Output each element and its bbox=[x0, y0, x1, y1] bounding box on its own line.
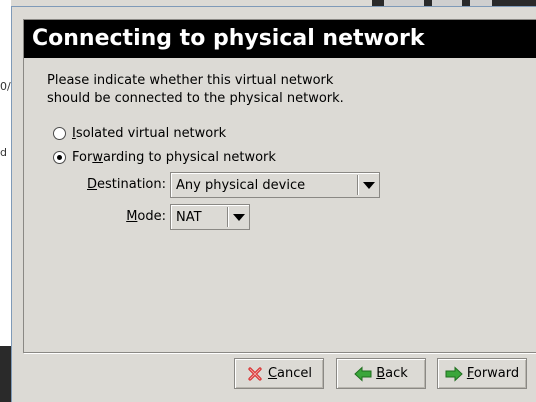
create-network-dialog: Connecting to physical network Please in… bbox=[11, 6, 536, 402]
background-text-fragment: 0/ bbox=[0, 81, 11, 93]
back-button[interactable]: Back bbox=[336, 358, 426, 389]
mode-value: NAT bbox=[176, 209, 202, 225]
label-prefix: For bbox=[72, 149, 93, 165]
button-label: Back bbox=[376, 366, 408, 381]
label-rest: solated virtual network bbox=[75, 125, 227, 141]
mnemonic: w bbox=[92, 149, 103, 165]
radio-label: Isolated virtual network bbox=[72, 126, 226, 141]
destination-label: Destination: bbox=[76, 175, 166, 195]
label-rest: ancel bbox=[277, 366, 313, 381]
wizard-page: Connecting to physical network Please in… bbox=[23, 19, 536, 354]
forward-arrow-icon bbox=[445, 365, 463, 383]
destination-combo[interactable]: Any physical device bbox=[170, 172, 380, 198]
label-rest: estination: bbox=[97, 177, 166, 192]
radio-label: Forwarding to physical network bbox=[72, 150, 276, 165]
intro-line: should be connected to the physical netw… bbox=[47, 91, 344, 106]
mode-combo[interactable]: NAT bbox=[170, 204, 250, 230]
mode-label: Mode: bbox=[76, 207, 166, 227]
label-rest: ode: bbox=[137, 209, 166, 224]
chevron-down-icon[interactable] bbox=[228, 205, 249, 229]
label-rest: arding to physical network bbox=[102, 149, 276, 165]
back-arrow-icon bbox=[354, 365, 372, 383]
screen: 0/ d Connecting to physical network Plea… bbox=[0, 0, 536, 402]
mnemonic: F bbox=[466, 366, 474, 381]
cancel-x-icon bbox=[246, 365, 264, 383]
chevron-down-icon[interactable] bbox=[358, 173, 379, 197]
radio-dot bbox=[57, 154, 62, 160]
forward-button[interactable]: Forward bbox=[437, 358, 527, 389]
forwarding-network-radio[interactable]: Forwarding to physical network bbox=[53, 147, 276, 167]
isolated-network-radio[interactable]: Isolated virtual network bbox=[53, 123, 226, 143]
destination-value: Any physical device bbox=[176, 177, 306, 193]
radio-unselected-icon[interactable] bbox=[53, 126, 66, 140]
intro-line: Please indicate whether this virtual net… bbox=[47, 73, 334, 88]
background-text-fragment: d bbox=[0, 147, 7, 159]
cancel-button[interactable]: Cancel bbox=[234, 358, 324, 389]
mnemonic: M bbox=[126, 209, 138, 224]
radio-selected-icon[interactable] bbox=[53, 150, 66, 164]
intro-text: Please indicate whether this virtual net… bbox=[47, 72, 517, 108]
background-window-left bbox=[0, 0, 11, 402]
background-window-dark bbox=[0, 346, 11, 402]
label-rest: orward bbox=[473, 366, 520, 381]
mnemonic: D bbox=[87, 177, 98, 192]
mnemonic: C bbox=[267, 366, 278, 381]
mnemonic: B bbox=[376, 366, 386, 381]
button-label: Cancel bbox=[268, 366, 312, 381]
page-title: Connecting to physical network bbox=[24, 20, 536, 58]
button-label: Forward bbox=[467, 366, 519, 381]
label-rest: ack bbox=[385, 366, 408, 381]
